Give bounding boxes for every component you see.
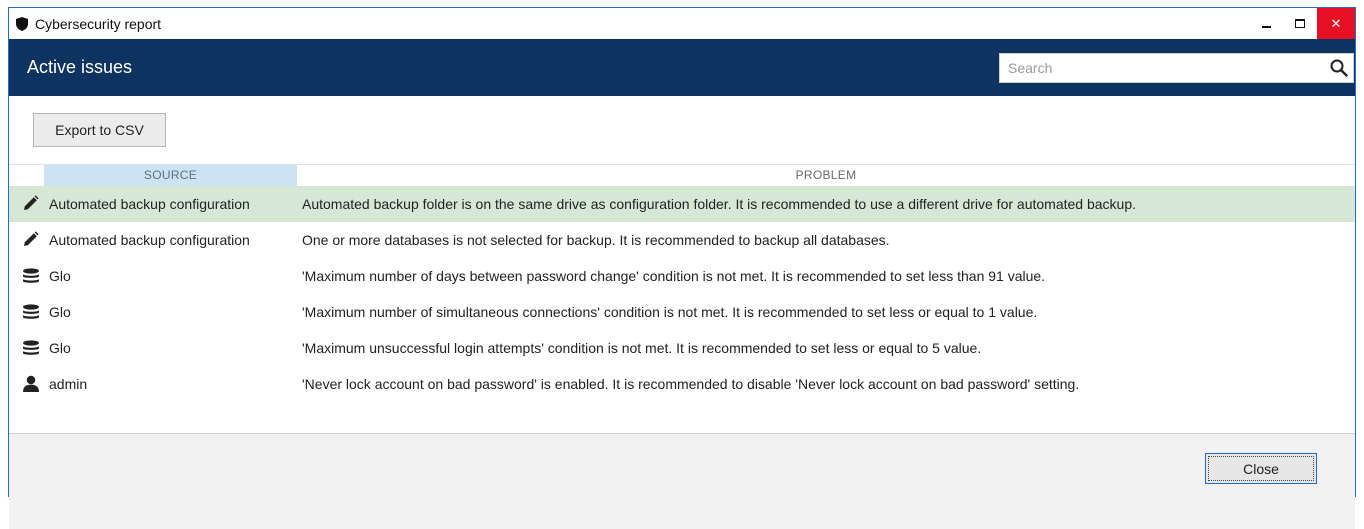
issues-panel: Export to CSV SOURCE PROBLEM Automated b… — [9, 96, 1355, 434]
minimize-icon — [1261, 25, 1271, 28]
toolbar: Export to CSV — [9, 96, 1355, 164]
page-title: Active issues — [27, 57, 133, 77]
table-row[interactable]: admin 'Never lock account on bad password… — [9, 366, 1355, 402]
table-header-row: SOURCE PROBLEM — [9, 164, 1355, 186]
row-icon-cell — [9, 330, 44, 366]
source-cell: Glo — [49, 303, 71, 320]
export-csv-button[interactable]: Export to CSV — [33, 113, 166, 147]
search-input[interactable] — [1000, 54, 1325, 82]
cybersecurity-report-window: Cybersecurity report ✕ Active issues Exp… — [8, 7, 1356, 529]
maximize-icon — [1295, 19, 1305, 28]
database-icon — [22, 267, 40, 285]
pencil-icon — [22, 231, 40, 249]
row-icon-cell — [9, 366, 44, 402]
page-header: Active issues — [9, 39, 1355, 96]
dialog-footer: Close — [9, 434, 1355, 529]
problem-cell: One or more databases is not selected fo… — [302, 231, 890, 248]
window-controls: ✕ — [1249, 8, 1355, 39]
table-row[interactable]: Glo 'Maximum number of simultaneous conne… — [9, 294, 1355, 330]
database-icon — [22, 303, 40, 321]
maximize-button[interactable] — [1283, 8, 1317, 39]
table-row[interactable]: Automated backup configuration Automated … — [9, 185, 1355, 222]
icon-column-header — [9, 164, 44, 186]
close-icon: ✕ — [1330, 15, 1342, 31]
problem-cell: 'Maximum number of simultaneous connecti… — [302, 303, 1038, 320]
issues-table: SOURCE PROBLEM Automated backup configur… — [9, 164, 1355, 402]
window-close-button[interactable]: ✕ — [1317, 8, 1355, 39]
problem-cell: Automated backup folder is on the same d… — [302, 195, 1136, 212]
problem-cell: 'Maximum unsuccessful login attempts' co… — [302, 339, 982, 356]
source-cell: Automated backup configuration — [49, 195, 250, 212]
window-title: Cybersecurity report — [35, 15, 162, 32]
row-icon-cell — [9, 258, 44, 294]
problem-cell: 'Never lock account on bad password' is … — [302, 375, 1080, 392]
source-cell: Automated backup configuration — [49, 231, 250, 248]
row-icon-cell — [9, 222, 44, 258]
shield-icon — [16, 16, 30, 31]
search-icon[interactable] — [1325, 54, 1353, 82]
table-row[interactable]: Automated backup configuration One or mor… — [9, 222, 1355, 258]
issues-table-body: Automated backup configuration Automated … — [9, 185, 1355, 402]
close-button[interactable]: Close — [1205, 453, 1317, 484]
source-cell: admin — [49, 375, 88, 392]
search-box[interactable] — [999, 53, 1354, 83]
row-icon-cell — [9, 186, 44, 222]
problem-column-header[interactable]: PROBLEM — [297, 164, 1355, 186]
source-cell: Glo — [49, 339, 71, 356]
user-icon — [22, 375, 40, 393]
minimize-button[interactable] — [1249, 8, 1283, 39]
source-column-header[interactable]: SOURCE — [44, 164, 297, 186]
row-icon-cell — [9, 294, 44, 330]
problem-cell: 'Maximum number of days between password… — [302, 267, 1046, 284]
source-cell: Glo — [49, 267, 71, 284]
title-bar[interactable]: Cybersecurity report ✕ — [9, 8, 1355, 39]
table-row[interactable]: Glo 'Maximum number of days between passw… — [9, 258, 1355, 294]
database-icon — [22, 339, 40, 357]
pencil-icon — [22, 195, 40, 213]
table-row[interactable]: Glo 'Maximum unsuccessful login attempts'… — [9, 330, 1355, 366]
